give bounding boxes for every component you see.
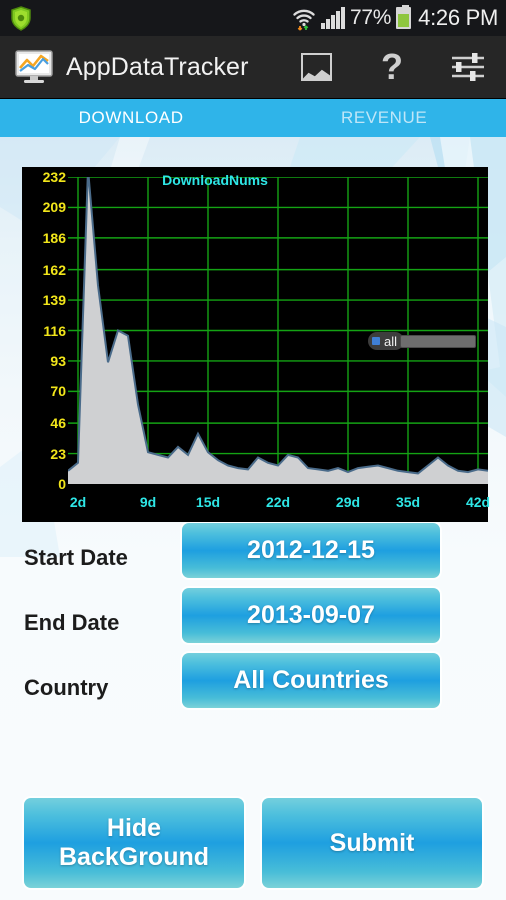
country-button[interactable]: All Countries	[182, 653, 440, 708]
battery-percent: 77%	[350, 6, 392, 29]
monitor-chart-icon	[14, 49, 54, 85]
chart-x-tick: 9d	[139, 494, 157, 510]
chart-x-tick: 29d	[335, 494, 361, 510]
hide-background-button[interactable]: Hide BackGround	[24, 798, 244, 888]
chart-y-tick: 0	[58, 476, 66, 492]
country-label: Country	[24, 674, 109, 700]
tab-bar: DOWNLOAD REVENUE	[0, 99, 506, 137]
gallery-icon[interactable]	[278, 36, 354, 99]
download-chart[interactable]: DownloadNums 0 23 46 70 93 116 139 162 186 209 232…	[22, 167, 491, 522]
cell-signal-icon	[321, 7, 345, 29]
chart-x-tick: 35d	[395, 494, 421, 510]
chart-y-tick: 93	[50, 352, 66, 369]
chart-y-tick: 139	[42, 292, 66, 309]
content-area: DownloadNums 0 23 46 70 93 116 139 162 186 209 232…	[0, 137, 506, 900]
form-row-start-date: Start Date 2012-12-15	[0, 523, 506, 590]
end-date-label: End Date	[24, 609, 120, 635]
battery-icon	[396, 5, 412, 29]
submit-button[interactable]: Submit	[262, 798, 482, 888]
help-icon-glyph: ?	[381, 46, 403, 87]
action-bar-buttons: ?	[278, 36, 506, 99]
app-root: 77% 4:26 PM AppDataTracker ? DOWNLOAD RE…	[0, 0, 506, 900]
form-row-end-date: End Date 2013-09-07	[0, 588, 506, 655]
legend-label: all	[383, 333, 397, 349]
tab-revenue-label: REVENUE	[340, 108, 428, 127]
legend-color-dot	[371, 337, 380, 345]
chart-title: DownloadNums	[162, 172, 268, 188]
shield-icon	[10, 5, 32, 31]
start-date-label: Start Date	[24, 544, 128, 570]
chart-y-tick: 46	[50, 415, 66, 432]
help-icon[interactable]: ?	[354, 36, 430, 99]
chart-x-tick: 2d	[69, 494, 87, 510]
legend-pill[interactable]: all	[367, 332, 404, 350]
chart-y-tick: 116	[43, 322, 66, 339]
chart-y-axis: 0 23 46 70 93 116 139 162 186 209 232	[24, 167, 68, 522]
form-row-country: Country All Countries	[0, 653, 506, 720]
end-date-button[interactable]: 2013-09-07	[182, 588, 440, 643]
status-clock: 4:26 PM	[418, 5, 498, 30]
tab-revenue[interactable]: REVENUE	[262, 99, 506, 137]
chart-y-tick: 70	[50, 383, 66, 400]
chart-plot-area	[68, 177, 488, 484]
filter-form: Start Date 2012-12-15 End Date 2013-09-0…	[0, 523, 506, 720]
tab-download[interactable]: DOWNLOAD	[0, 99, 262, 137]
chart-y-tick: 23	[50, 445, 66, 462]
page-title: AppDataTracker	[66, 52, 249, 81]
action-bar: AppDataTracker ?	[0, 36, 506, 99]
chart-y-tick: 209	[42, 199, 66, 216]
chart-legend-slider[interactable]: all	[367, 332, 476, 350]
chart-x-axis: 2d 9d 15d 22d 29d 35d 42d	[68, 494, 491, 516]
bottom-button-bar: Hide BackGround Submit	[0, 798, 506, 888]
chart-y-tick: 162	[42, 261, 66, 278]
status-indicators: 77% 4:26 PM	[292, 5, 498, 31]
tab-download-label: DOWNLOAD	[78, 108, 184, 127]
wifi-icon	[292, 5, 316, 31]
legend-slider-track[interactable]	[400, 334, 476, 348]
chart-x-tick: 15d	[195, 494, 221, 510]
start-date-button[interactable]: 2012-12-15	[182, 523, 440, 578]
chart-x-tick: 22d	[265, 494, 291, 510]
chart-x-tick: 42d	[465, 494, 491, 510]
chart-y-tick: 186	[42, 229, 66, 246]
status-bar: 77% 4:26 PM	[0, 0, 506, 36]
settings-sliders-icon[interactable]	[430, 36, 506, 99]
